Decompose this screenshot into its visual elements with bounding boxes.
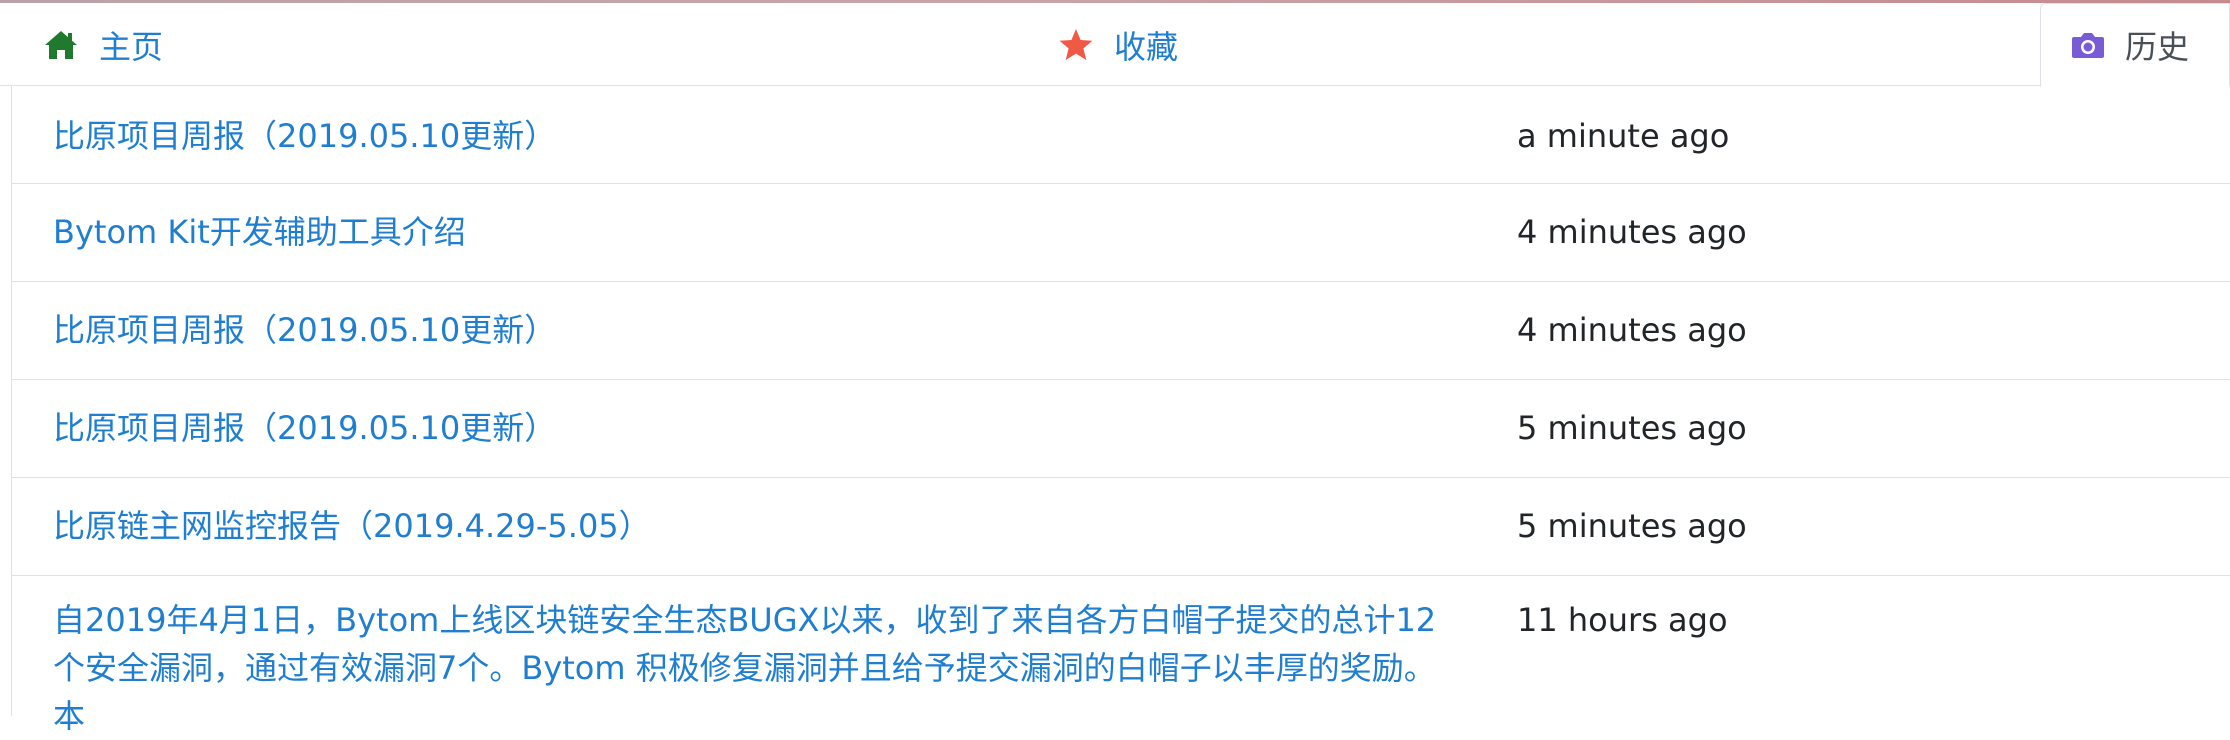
history-row[interactable]: 比原项目周报（2019.05.10更新） 5 minutes ago [12, 380, 2230, 478]
history-row[interactable]: 比原链主网监控报告（2019.4.29-5.05） 5 minutes ago [12, 478, 2230, 576]
history-item-time: 4 minutes ago [1517, 311, 1747, 349]
star-icon [1058, 28, 1094, 62]
camera-icon [2071, 30, 2105, 60]
history-item-title[interactable]: 比原项目周报（2019.05.10更新） [53, 306, 1453, 354]
history-item-time: 5 minutes ago [1517, 409, 1747, 447]
history-item-time: 5 minutes ago [1517, 507, 1747, 545]
history-row[interactable]: Bytom Kit开发辅助工具介绍 4 minutes ago [12, 184, 2230, 282]
history-row[interactable]: 比原项目周报（2019.05.10更新） 4 minutes ago [12, 282, 2230, 380]
tab-history-label: 历史 [2125, 28, 2190, 66]
tab-favorites[interactable]: 收藏 [1058, 3, 1178, 87]
history-row[interactable]: 自2019年4月1日，Bytom上线区块链安全生态BUGX以来，收到了来自各方白… [12, 576, 2230, 735]
home-icon [43, 29, 79, 61]
tab-bar: 主页 收藏 历史 [0, 3, 2230, 87]
tab-history[interactable]: 历史 [2040, 3, 2230, 87]
history-row[interactable]: 比原项目周报（2019.05.10更新） a minute ago [12, 86, 2230, 184]
history-item-title[interactable]: 比原项目周报（2019.05.10更新） [53, 112, 1453, 160]
tab-home-label: 主页 [99, 28, 164, 66]
history-item-time: 11 hours ago [1517, 601, 1728, 639]
history-item-title[interactable]: Bytom Kit开发辅助工具介绍 [53, 208, 1453, 256]
tab-home[interactable]: 主页 [43, 3, 163, 87]
history-list: 比原项目周报（2019.05.10更新） a minute ago Bytom … [11, 86, 2230, 735]
history-item-time: 4 minutes ago [1517, 213, 1747, 251]
history-item-title[interactable]: 比原项目周报（2019.05.10更新） [53, 404, 1453, 452]
history-item-time: a minute ago [1517, 117, 1730, 155]
history-item-title[interactable]: 比原链主网监控报告（2019.4.29-5.05） [53, 502, 1453, 550]
history-item-title[interactable]: 自2019年4月1日，Bytom上线区块链安全生态BUGX以来，收到了来自各方白… [53, 596, 1453, 740]
tab-favorites-label: 收藏 [1114, 28, 1179, 66]
